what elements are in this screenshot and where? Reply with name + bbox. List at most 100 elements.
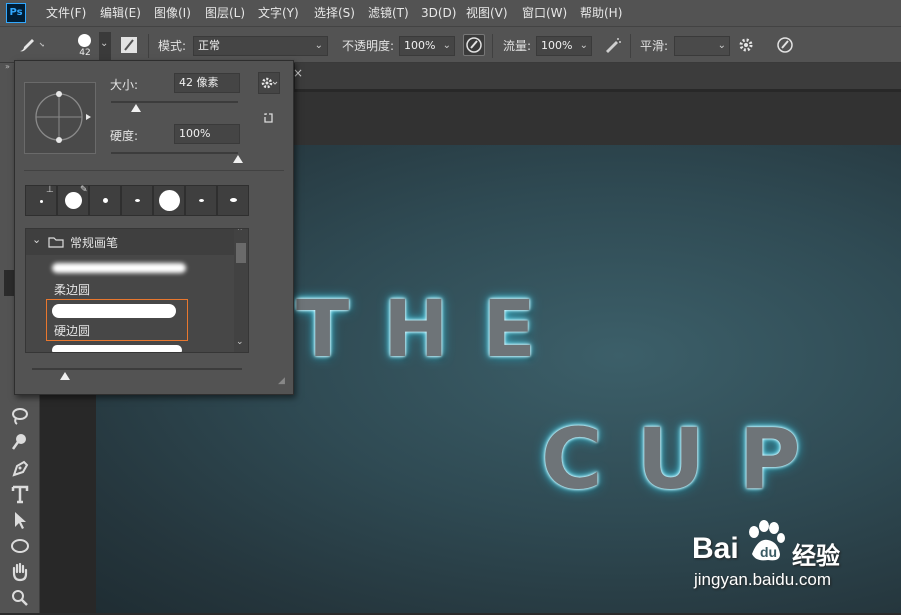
canvas-text-the: THE	[296, 285, 570, 375]
document-tab-close-icon[interactable]: ×	[293, 66, 303, 80]
chevron-down-icon: ⌄	[32, 233, 42, 246]
quick-select-tool[interactable]	[8, 431, 32, 453]
chevron-down-icon: ⌄	[717, 40, 726, 51]
baidu-watermark: Bai du 经验 jingyan.baidu.com	[692, 520, 892, 600]
new-preset-button[interactable]	[262, 110, 276, 124]
brush-item-label: 硬边圆	[54, 324, 91, 338]
hand-icon	[12, 562, 28, 582]
menu-image[interactable]: 图像(I)	[154, 0, 191, 26]
brush-tip-dot	[40, 200, 43, 203]
menu-select[interactable]: 选择(S)	[314, 0, 355, 26]
recent-brush-3[interactable]	[89, 185, 121, 216]
pressure-pen-icon	[466, 37, 482, 53]
brush-tip-dot	[159, 190, 180, 211]
flow-label: 流量:	[503, 39, 532, 53]
path-select-tool[interactable]	[8, 509, 32, 531]
brush-stroke-preview	[52, 345, 182, 352]
separator	[148, 34, 149, 58]
resize-grip-icon[interactable]: ◢	[278, 376, 285, 386]
pen-tool[interactable]	[8, 457, 32, 479]
ellipse-icon	[11, 539, 29, 553]
smoothing-input[interactable]: ⌄	[674, 36, 730, 56]
brush-tip-dot	[230, 198, 237, 202]
gear-icon	[739, 38, 753, 52]
preview-size-slider[interactable]	[32, 368, 242, 370]
brush-angle-preview[interactable]	[24, 82, 96, 154]
toolbar-edge	[4, 270, 14, 296]
hardness-slider[interactable]	[111, 152, 238, 154]
panel-settings-button[interactable]	[258, 72, 280, 94]
hardness-input[interactable]: 100%	[174, 124, 240, 144]
zoom-tool[interactable]	[8, 587, 32, 609]
canvas-text-cup: CUP	[541, 410, 835, 508]
scroll-down-icon[interactable]: ⌄	[236, 337, 244, 347]
scroll-up-icon[interactable]: ⌃	[236, 229, 244, 237]
folder-row[interactable]: ⌄ 常规画笔	[26, 229, 236, 255]
menu-file[interactable]: 文件(F)	[46, 0, 86, 26]
gear-icon	[261, 77, 278, 89]
flow-input[interactable]: 100% ⌄	[536, 36, 592, 56]
menu-filter[interactable]: 滤镜(T)	[368, 0, 409, 26]
size-label: 大小:	[110, 78, 139, 92]
list-scrollbar[interactable]: ⌃ ⌄	[234, 229, 248, 352]
preview-size-slider-thumb[interactable]	[60, 372, 70, 380]
brush-item-soft-round[interactable]: 柔边圆	[46, 257, 234, 299]
recent-brush-2[interactable]: ✎	[57, 185, 89, 216]
scrollbar-thumb[interactable]	[236, 243, 246, 263]
document-tab-strip	[295, 63, 901, 89]
hardness-label: 硬度:	[110, 129, 139, 143]
menu-type[interactable]: 文字(Y)	[258, 0, 299, 26]
photoshop-logo-icon[interactable]: Ps	[6, 3, 26, 23]
recent-brush-5[interactable]	[153, 185, 185, 216]
pressure-size-icon	[777, 37, 793, 53]
hardness-value: 100%	[179, 127, 211, 140]
baidu-paw-icon: du	[749, 520, 785, 561]
brush-icon	[20, 39, 47, 52]
chevron-down-icon: ⌄	[314, 40, 323, 51]
size-slider[interactable]	[111, 101, 238, 103]
panel-collapse-icon[interactable]: »	[5, 62, 10, 71]
brush-tip-preview	[78, 34, 91, 47]
menu-view[interactable]: 视图(V)	[466, 0, 508, 26]
type-tool[interactable]	[8, 483, 32, 505]
menu-layer[interactable]: 图层(L)	[205, 0, 245, 26]
menu-help[interactable]: 帮助(H)	[580, 0, 622, 26]
brush-tool-preset-button[interactable]	[14, 34, 47, 56]
opacity-label: 不透明度:	[342, 39, 395, 53]
hand-tool[interactable]	[8, 561, 32, 583]
mode-select[interactable]: 正常 ⌄	[193, 36, 328, 56]
separator	[492, 34, 493, 58]
brush-settings-panel-button[interactable]	[118, 34, 140, 56]
pressure-opacity-toggle[interactable]	[463, 34, 485, 56]
menu-3d[interactable]: 3D(D)	[421, 0, 456, 26]
menu-edit[interactable]: 编辑(E)	[100, 0, 141, 26]
separator	[630, 34, 631, 58]
divider	[24, 170, 284, 171]
hardness-slider-thumb[interactable]	[233, 155, 243, 163]
cursor-arrow-icon	[15, 512, 26, 529]
opacity-input[interactable]: 100% ⌄	[399, 36, 455, 56]
recent-brush-6[interactable]	[185, 185, 217, 216]
text-icon	[11, 485, 29, 504]
brush-stroke-preview	[52, 304, 176, 318]
mode-value: 正常	[198, 39, 220, 52]
brush-picker-dropdown[interactable]: ⌄	[99, 32, 111, 60]
folder-name: 常规画笔	[70, 236, 119, 250]
brush-item-hard-round[interactable]: 硬边圆	[46, 299, 188, 341]
brush-preset-list[interactable]: ⌄ 常规画笔 柔边圆 硬边圆 ⌃ ⌄	[25, 228, 249, 353]
recent-brush-4[interactable]	[121, 185, 153, 216]
smoothing-options-button[interactable]	[736, 34, 758, 56]
menu-window[interactable]: 窗口(W)	[522, 0, 567, 26]
size-slider-thumb[interactable]	[131, 104, 142, 112]
stylus-indicator-icon: ✎	[80, 185, 88, 195]
quick-select-icon	[11, 434, 26, 450]
size-input[interactable]: 42 像素	[174, 73, 240, 93]
airbrush-toggle[interactable]	[601, 34, 623, 56]
pressure-size-toggle[interactable]	[774, 34, 796, 56]
brush-tip-dot	[103, 198, 108, 203]
lasso-tool[interactable]	[8, 405, 32, 427]
recent-brush-7[interactable]	[217, 185, 249, 216]
recent-brush-1[interactable]: ⊥	[25, 185, 57, 216]
ellipse-tool[interactable]	[8, 535, 32, 557]
chevron-down-icon: ⌄	[442, 40, 451, 51]
